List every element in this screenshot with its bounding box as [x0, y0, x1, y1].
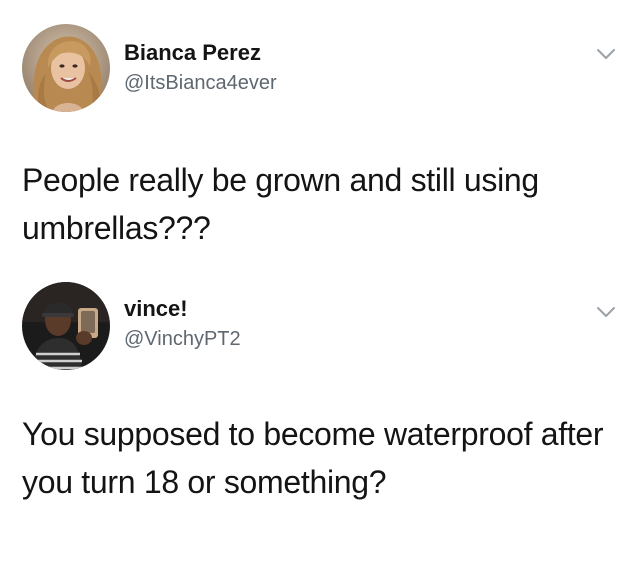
user-handle[interactable]: @VinchyPT2 — [124, 328, 241, 351]
tweet-text: People really be grown and still using u… — [22, 162, 539, 246]
user-handle[interactable]: @ItsBianca4ever — [124, 72, 277, 95]
profile-photo-icon — [22, 282, 110, 370]
tweet-text: You supposed to become waterproof after … — [22, 416, 604, 500]
avatar[interactable] — [22, 282, 110, 370]
tweet: Bianca Perez @ItsBianca4ever People real… — [0, 0, 640, 278]
tweet: vince! @VinchyPT2 You supposed to become… — [0, 278, 640, 566]
avatar[interactable] — [22, 24, 110, 112]
profile-photo-icon — [22, 24, 110, 112]
display-name[interactable]: vince! — [124, 296, 188, 322]
chevron-down-icon[interactable] — [594, 42, 618, 66]
chevron-down-icon[interactable] — [594, 300, 618, 324]
display-name[interactable]: Bianca Perez — [124, 40, 261, 66]
